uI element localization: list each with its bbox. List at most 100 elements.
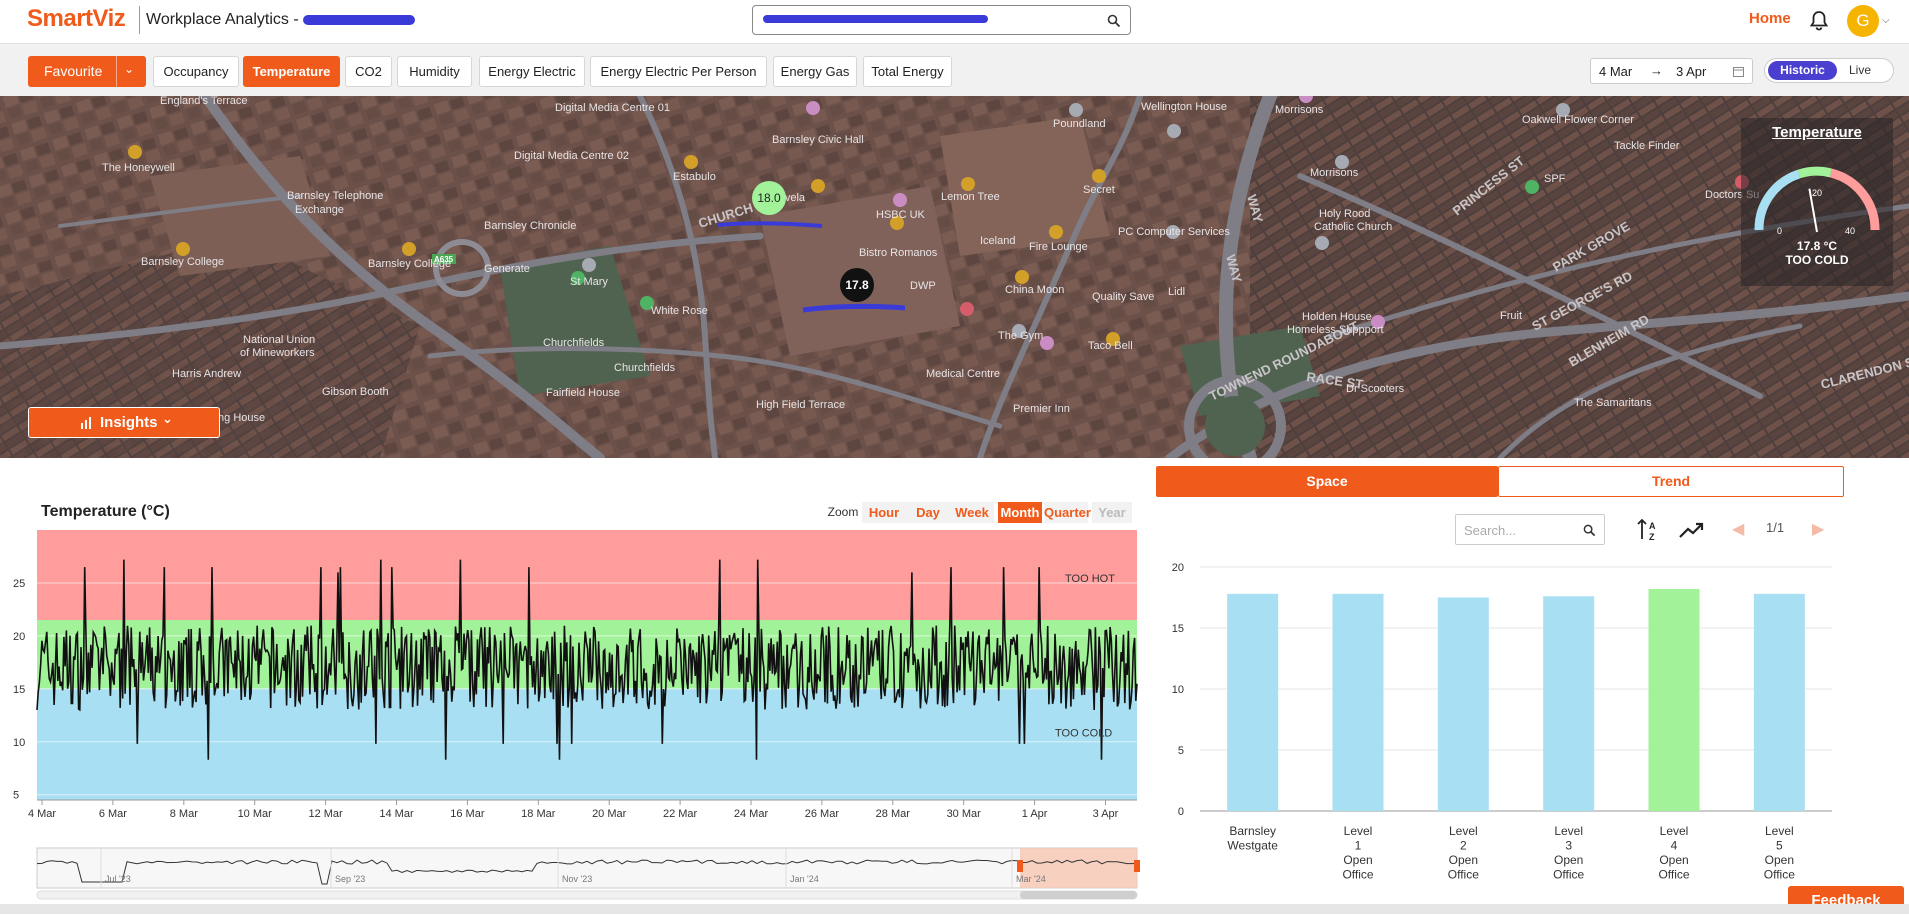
navigator-label: Sep '23 [335,874,365,884]
smartviz-logo[interactable]: SmartViz [27,5,126,33]
map-label: Morrisons [1275,104,1324,116]
navigator-label: Jan '24 [790,874,819,884]
tab-temperature[interactable]: Temperature [243,56,340,87]
search-icon[interactable] [1107,14,1121,28]
y-tick-label: 20 [13,631,25,643]
trend-tab[interactable]: Trend [1498,466,1844,497]
map-label: High Field Terrace [756,399,845,411]
bar[interactable] [1543,596,1595,811]
date-from: 4 Mar [1599,64,1633,79]
zoom-year[interactable]: Year [1092,502,1132,523]
next-page-icon[interactable]: ▶ [1812,519,1824,539]
x-tick-label: 1 Apr [1022,808,1048,820]
space-tab[interactable]: Space [1156,466,1498,497]
navigator-scrollbar[interactable] [36,890,1138,900]
live-option[interactable]: Live [1849,63,1871,77]
prev-page-icon[interactable]: ◀ [1732,519,1744,539]
x-tick-label: 28 Mar [876,808,911,820]
y-tick-label: 20 [1172,562,1184,574]
map-label: Churchfields [543,337,605,349]
y-tick-label: 15 [13,684,25,696]
tab-energy-electric-per-person[interactable]: Energy Electric Per Person [590,56,767,87]
bar[interactable] [1437,597,1489,812]
navigator-scroll-thumb[interactable] [1020,891,1137,899]
x-tick-label: 30 Mar [947,808,982,820]
bar[interactable] [1227,593,1279,811]
x-tick-label: 20 Mar [592,808,627,820]
insights-button[interactable]: Insights ⌄ [28,407,220,438]
historic-option[interactable]: Historic [1768,61,1837,80]
tab-total-energy[interactable]: Total Energy [863,56,952,87]
zoom-hour[interactable]: Hour [862,502,906,523]
search-icon[interactable] [1583,524,1596,537]
map-view[interactable]: England's Terrace The Honeywell Barnsley T… [0,96,1909,458]
space-search-placeholder: Search... [1464,523,1517,538]
favourite-button[interactable]: Favourite ⌄ [28,56,146,87]
map-label: Digital Media Centre 02 [514,150,629,162]
historic-live-toggle[interactable]: Historic Live [1764,58,1894,83]
map-label: Morrisons [1310,167,1359,179]
site-search-input[interactable] [752,5,1131,35]
map-label: DWP [910,280,936,292]
arrow-right-icon: → [1650,63,1663,78]
y-tick-label: 25 [13,578,25,590]
tab-energy-electric[interactable]: Energy Electric [479,56,585,87]
temperature-line-chart[interactable]: 5 10 15 20 25 4 Mar 6 Mar 8 Mar 10 Mar 12 Mar 14 … [0,530,1145,900]
y-tick-label: 15 [1172,623,1184,635]
tab-humidity[interactable]: Humidity [397,56,472,87]
bar[interactable] [1332,593,1384,811]
zoom-month[interactable]: Month [998,502,1042,523]
redacted-building-name [303,14,416,25]
map-label: China Moon [1005,284,1064,296]
map-label: Barnsley Civic Hall [772,134,864,146]
navigator-label: Nov '23 [562,874,592,884]
space-bar-chart[interactable]: 0 5 10 15 20 Barnsley Westgate Level 1 Open Offic… [1160,555,1860,895]
gauge-mid: 20 [1812,188,1822,198]
map-marker-18[interactable]: 18.0 [752,181,786,215]
x-tick-label: 16 Mar [450,808,485,820]
map-label: Secret [1083,184,1115,196]
navigator-handle-right[interactable] [1134,860,1140,872]
avatar[interactable]: G [1847,5,1879,37]
home-link[interactable]: Home [1749,10,1791,27]
map-canvas[interactable]: England's Terrace The Honeywell Barnsley T… [0,96,1909,458]
x-tick-label: 10 Mar [238,808,273,820]
x-tick-label: 14 Mar [379,808,414,820]
bar[interactable] [1753,593,1805,811]
logo-divider [139,6,140,34]
map-label: Holden House [1302,311,1372,323]
zoom-week[interactable]: Week [950,502,994,523]
zoom-day[interactable]: Day [906,502,950,523]
space-search-input[interactable]: Search... [1455,514,1605,545]
chevron-down-icon[interactable]: ⌵ [1882,15,1890,26]
app-title: Workplace Analytics - [146,11,416,29]
svg-text:Z: Z [1649,532,1655,542]
x-tick-label: Level 4 Open Office [1658,824,1689,882]
zoom-quarter[interactable]: Quarter [1044,502,1091,523]
horizontal-scrollbar[interactable] [0,904,1909,914]
top-header: SmartViz Workplace Analytics - Home G ⌵ [0,0,1909,44]
map-label: Fire Lounge [1029,241,1088,253]
tab-energy-gas[interactable]: Energy Gas [773,56,857,87]
band-too-cold [37,688,1137,800]
tab-co2[interactable]: CO2 [345,56,392,87]
chevron-down-icon[interactable]: ⌄ [124,62,134,76]
bell-icon[interactable] [1807,9,1831,33]
calendar-icon[interactable] [1733,66,1744,77]
svg-text:A: A [1649,521,1656,531]
map-label: Generate [484,263,530,275]
map-label: Digital Media Centre 01 [555,102,670,114]
date-range-picker[interactable]: 4 Mar → 3 Apr [1590,58,1753,84]
y-tick-label: 5 [13,790,19,802]
navigator-handle-left[interactable] [1017,860,1023,872]
trend-line-icon[interactable] [1679,521,1705,539]
map-label: Holy Rood [1319,208,1370,220]
sort-az-icon[interactable]: AZ [1637,518,1659,542]
y-tick-label: 10 [1172,684,1184,696]
x-tick-label: 6 Mar [99,808,127,820]
bar[interactable] [1648,588,1700,811]
tab-occupancy[interactable]: Occupancy [153,56,239,87]
x-tick-label: 3 Apr [1093,808,1119,820]
zoom-label: Zoom [827,505,859,519]
map-marker-17-8[interactable]: 17.8 [840,268,874,302]
